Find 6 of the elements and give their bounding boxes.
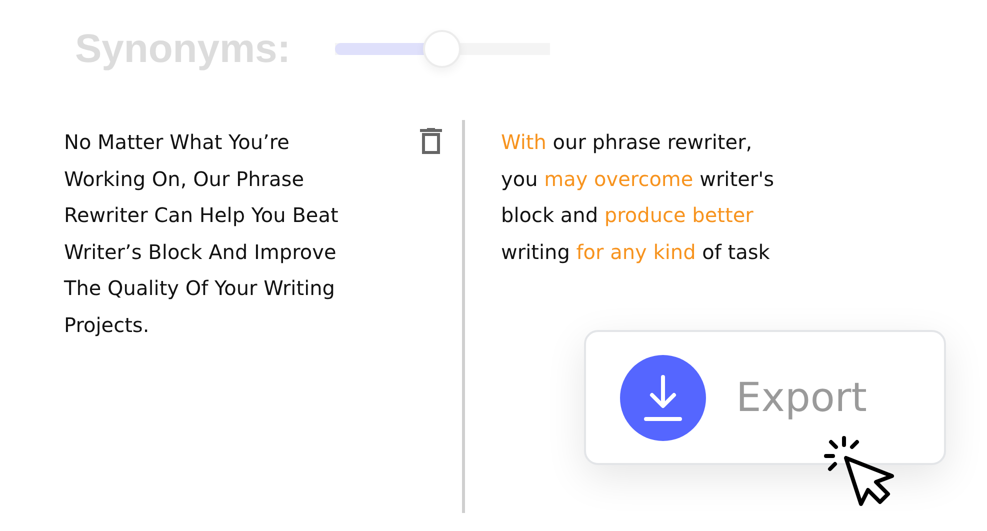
download-icon — [620, 354, 706, 440]
export-button[interactable]: Export — [584, 330, 946, 465]
trash-icon[interactable] — [420, 128, 442, 155]
rewritten-text: With our phrase rewriter, you may overcome writer's block and produce better writing for any kind of task — [501, 129, 776, 266]
input-text: No Matter What You’re Working On, Our Phrase Rewriter Can Help You Beat Writer’s Block And Improve The Quality Of Your Writing Projects. — [64, 129, 338, 338]
slider-thumb[interactable] — [423, 30, 462, 68]
